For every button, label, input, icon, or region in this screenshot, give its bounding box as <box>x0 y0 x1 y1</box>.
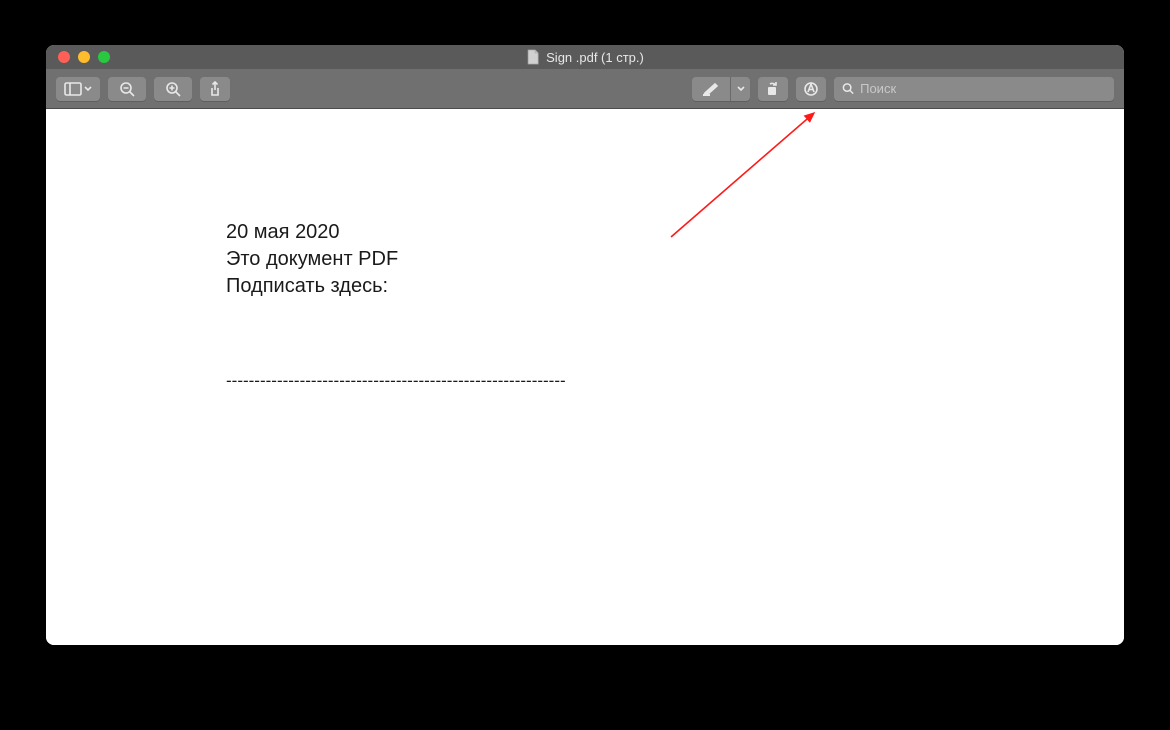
zoom-in-icon <box>165 81 181 97</box>
highlight-icon <box>702 82 720 96</box>
search-icon <box>842 82 854 95</box>
traffic-lights <box>46 51 110 63</box>
zoom-out-icon <box>119 81 135 97</box>
window-title-text: Sign .pdf (1 стр.) <box>546 50 644 65</box>
doc-line-2: Это документ PDF <box>226 246 566 273</box>
minimize-button[interactable] <box>78 51 90 63</box>
share-button[interactable] <box>200 77 230 101</box>
document-icon <box>526 49 540 65</box>
window-title: Sign .pdf (1 стр.) <box>526 49 644 65</box>
search-field-wrap[interactable] <box>834 77 1114 101</box>
highlight-button[interactable] <box>692 77 730 101</box>
close-button[interactable] <box>58 51 70 63</box>
zoom-out-button[interactable] <box>108 77 146 101</box>
sidebar-toggle-button[interactable] <box>56 77 100 101</box>
toolbar <box>46 69 1124 109</box>
highlight-group <box>692 77 750 101</box>
annotation-arrow <box>666 109 826 242</box>
chevron-down-icon <box>737 86 745 92</box>
doc-signature-line: ----------------------------------------… <box>226 370 566 393</box>
document-viewport[interactable]: 20 мая 2020 Это документ PDF Подписать з… <box>46 109 1124 645</box>
maximize-button[interactable] <box>98 51 110 63</box>
rotate-icon <box>765 81 781 97</box>
doc-line-3: Подписать здесь: <box>226 273 566 300</box>
rotate-button[interactable] <box>758 77 788 101</box>
markup-button[interactable] <box>796 77 826 101</box>
document-text: 20 мая 2020 Это документ PDF Подписать з… <box>226 219 566 393</box>
preview-window: Sign .pdf (1 стр.) <box>46 45 1124 645</box>
highlight-dropdown-button[interactable] <box>730 77 750 101</box>
markup-icon <box>803 81 819 97</box>
zoom-in-button[interactable] <box>154 77 192 101</box>
doc-line-1: 20 мая 2020 <box>226 219 566 246</box>
share-icon <box>208 81 222 97</box>
chevron-down-icon <box>84 86 92 92</box>
sidebar-icon <box>64 82 82 96</box>
search-input[interactable] <box>860 81 1106 96</box>
titlebar: Sign .pdf (1 стр.) <box>46 45 1124 69</box>
